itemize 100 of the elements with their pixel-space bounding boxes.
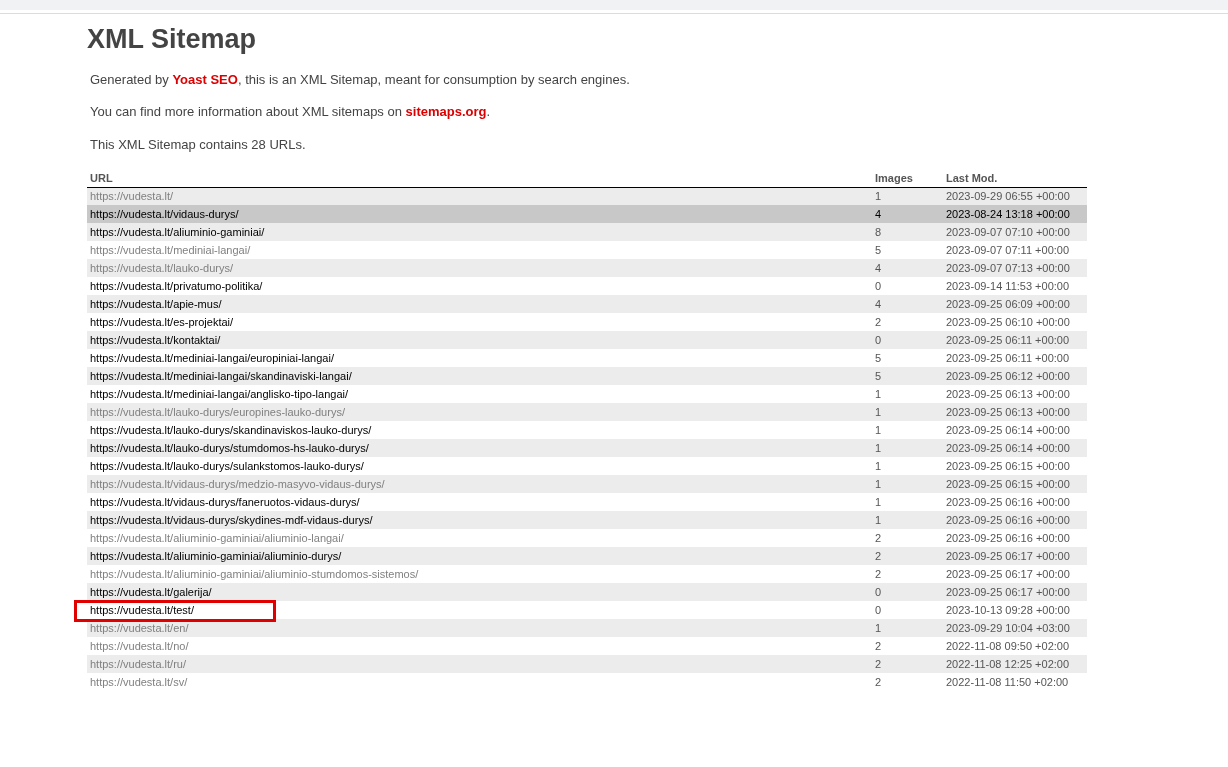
last-modified-date: 2023-09-07 07:13 +00:00 bbox=[946, 261, 1070, 274]
last-modified-date: 2023-09-07 07:10 +00:00 bbox=[946, 225, 1070, 238]
column-header: URL bbox=[87, 169, 872, 187]
url-link[interactable]: https://vudesta.lt/aliuminio-gaminiai/aliuminio-durys/ bbox=[90, 549, 342, 562]
url-link[interactable]: https://vudesta.lt/aliuminio-gaminiai/aliuminio-stumdomos-sistemos/ bbox=[90, 567, 419, 580]
url-link[interactable]: https://vudesta.lt/aliuminio-gaminiai/aliuminio-langai/ bbox=[90, 531, 344, 544]
images-count: 1 bbox=[875, 513, 882, 526]
url-link[interactable]: https://vudesta.lt/vidaus-durys/faneruotos-vidaus-durys/ bbox=[90, 495, 360, 508]
images-count: 4 bbox=[875, 297, 882, 310]
last-modified-date: 2023-09-25 06:17 +00:00 bbox=[946, 549, 1070, 562]
table-row[interactable]: https://vudesta.lt/mediniai-langai/anglisko-tipo-langai/ 1 2023-09-25 06:13 +00:00 bbox=[87, 385, 1087, 403]
table-row[interactable]: https://vudesta.lt/mediniai-langai/europiniai-langai/ 5 2023-09-25 06:11 +00:00 bbox=[87, 349, 1087, 367]
last-modified-date: 2023-09-25 06:13 +00:00 bbox=[946, 405, 1070, 418]
table-row[interactable]: https://vudesta.lt/galerija/ 0 2023-09-25 06:17 +00:00 bbox=[87, 583, 1087, 601]
images-count: 5 bbox=[875, 243, 882, 256]
intro-paragraph: Generated by Yoast SEO, this is an XML Sitemap, meant for consumption by search engines. bbox=[90, 71, 631, 89]
last-modified-date: 2023-09-25 06:14 +00:00 bbox=[946, 423, 1070, 436]
url-link[interactable]: https://vudesta.lt/ru/ bbox=[90, 657, 186, 670]
table-row[interactable]: https://vudesta.lt/test/ 0 2023-10-13 09:28 +00:00 bbox=[87, 601, 1087, 619]
last-modified-date: 2023-09-25 06:16 +00:00 bbox=[946, 531, 1070, 544]
table-row[interactable]: https://vudesta.lt/lauko-durys/sulankstomos-lauko-durys/ 1 2023-09-25 06:15 +00:00 bbox=[87, 457, 1087, 475]
table-row[interactable]: https://vudesta.lt/aliuminio-gaminiai/aliuminio-stumdomos-sistemos/ 2 2023-09-25 06:17 +00:00 bbox=[87, 565, 1087, 583]
last-modified-date: 2023-09-25 06:13 +00:00 bbox=[946, 387, 1070, 400]
last-modified-date: 2023-09-25 06:16 +00:00 bbox=[946, 495, 1070, 508]
url-link[interactable]: https://vudesta.lt/lauko-durys/sulankstomos-lauko-durys/ bbox=[90, 459, 364, 472]
images-count: 2 bbox=[875, 567, 882, 580]
last-modified-date: 2022-11-08 12:25 +02:00 bbox=[946, 657, 1070, 670]
url-link[interactable]: https://vudesta.lt/aliuminio-gaminiai/ bbox=[90, 225, 265, 238]
table-row[interactable]: https://vudesta.lt/ru/ 2 2022-11-08 12:25 +02:00 bbox=[87, 655, 1087, 673]
images-count: 2 bbox=[875, 639, 882, 652]
url-link[interactable]: https://vudesta.lt/vidaus-durys/ bbox=[90, 207, 239, 220]
url-link[interactable]: https://vudesta.lt/privatumo-politika/ bbox=[90, 279, 263, 292]
images-count: 4 bbox=[875, 207, 882, 220]
last-modified-date: 2023-09-25 06:15 +00:00 bbox=[946, 459, 1070, 472]
last-modified-date: 2023-09-25 06:14 +00:00 bbox=[946, 441, 1070, 454]
last-modified-date: 2023-09-25 06:11 +00:00 bbox=[946, 333, 1070, 346]
intro-paragraph: You can find more information about XML sitemaps on sitemaps.org. bbox=[90, 103, 492, 121]
table-row[interactable]: https://vudesta.lt/mediniai-langai/ 5 2023-09-07 07:11 +00:00 bbox=[87, 241, 1087, 259]
url-link[interactable]: https://vudesta.lt/ bbox=[90, 190, 174, 202]
last-modified-date: 2022-11-08 09:50 +02:00 bbox=[946, 639, 1070, 652]
url-link[interactable]: https://vudesta.lt/vidaus-durys/medzio-masyvo-vidaus-durys/ bbox=[90, 477, 385, 490]
table-row[interactable]: https://vudesta.lt/vidaus-durys/ 4 2023-08-24 13:18 +00:00 bbox=[87, 205, 1087, 223]
images-count: 1 bbox=[875, 477, 882, 490]
url-link[interactable]: https://vudesta.lt/es-projektai/ bbox=[90, 315, 234, 328]
table-row[interactable]: https://vudesta.lt/privatumo-politika/ 0 2023-09-14 11:53 +00:00 bbox=[87, 277, 1087, 295]
intro-paragraph: This XML Sitemap contains 28 URLs. bbox=[90, 136, 307, 154]
url-link[interactable]: https://vudesta.lt/mediniai-langai/skandinaviski-langai/ bbox=[90, 369, 352, 382]
images-count: 1 bbox=[875, 190, 882, 202]
images-count: 1 bbox=[875, 495, 882, 508]
url-link[interactable]: https://vudesta.lt/kontaktai/ bbox=[90, 333, 221, 346]
table-row[interactable]: https://vudesta.lt/aliuminio-gaminiai/aliuminio-durys/ 2 2023-09-25 06:17 +00:00 bbox=[87, 547, 1087, 565]
images-count: 2 bbox=[875, 657, 882, 670]
table-row[interactable]: https://vudesta.lt/vidaus-durys/medzio-masyvo-vidaus-durys/ 1 2023-09-25 06:15 +00:00 bbox=[87, 475, 1087, 493]
column-header: Last Mod. bbox=[943, 169, 1087, 187]
table-row[interactable]: https://vudesta.lt/lauko-durys/stumdomos-hs-lauko-durys/ 1 2023-09-25 06:14 +00:00 bbox=[87, 439, 1087, 457]
url-link[interactable]: https://vudesta.lt/mediniai-langai/anglisko-tipo-langai/ bbox=[90, 387, 349, 400]
url-link[interactable]: https://vudesta.lt/mediniai-langai/europiniai-langai/ bbox=[90, 351, 334, 364]
last-modified-date: 2023-09-25 06:12 +00:00 bbox=[946, 369, 1070, 382]
table-row[interactable]: https://vudesta.lt/lauko-durys/europines-lauko-durys/ 1 2023-09-25 06:13 +00:00 bbox=[87, 403, 1087, 421]
images-count: 2 bbox=[875, 549, 882, 562]
images-count: 5 bbox=[875, 351, 882, 364]
url-link[interactable]: https://vudesta.lt/mediniai-langai/ bbox=[90, 243, 251, 256]
images-count: 0 bbox=[875, 603, 882, 616]
images-count: 8 bbox=[875, 225, 882, 238]
table-row[interactable]: https://vudesta.lt/no/ 2 2022-11-08 09:50 +02:00 bbox=[87, 637, 1087, 655]
last-modified-date: 2023-09-25 06:11 +00:00 bbox=[946, 351, 1070, 364]
table-row[interactable]: https://vudesta.lt/mediniai-langai/skandinaviski-langai/ 5 2023-09-25 06:12 +00:00 bbox=[87, 367, 1087, 385]
url-link[interactable]: https://vudesta.lt/galerija/ bbox=[90, 585, 212, 598]
last-modified-date: 2023-09-07 07:11 +00:00 bbox=[946, 243, 1070, 256]
table-row[interactable]: https://vudesta.lt/lauko-durys/skandinaviskos-lauko-durys/ 1 2023-09-25 06:14 +00:00 bbox=[87, 421, 1087, 439]
table-row[interactable]: https://vudesta.lt/en/ 1 2023-09-29 10:04 +03:00 bbox=[87, 619, 1087, 637]
images-count: 1 bbox=[875, 459, 882, 472]
last-modified-date: 2023-09-29 06:55 +00:00 bbox=[946, 190, 1070, 202]
last-modified-date: 2023-09-25 06:15 +00:00 bbox=[946, 477, 1070, 490]
url-link[interactable]: https://vudesta.lt/no/ bbox=[90, 639, 189, 652]
images-count: 1 bbox=[875, 441, 882, 454]
table-row[interactable]: https://vudesta.lt/vidaus-durys/faneruotos-vidaus-durys/ 1 2023-09-25 06:16 +00:00 bbox=[87, 493, 1087, 511]
table-row[interactable]: https://vudesta.lt/vidaus-durys/skydines-mdf-vidaus-durys/ 1 2023-09-25 06:16 +00:00 bbox=[87, 511, 1087, 529]
table-row[interactable]: https://vudesta.lt/aliuminio-gaminiai/aliuminio-langai/ 2 2023-09-25 06:16 +00:00 bbox=[87, 529, 1087, 547]
table-row[interactable]: https://vudesta.lt/sv/ 2 2022-11-08 11:50 +02:00 bbox=[87, 673, 1087, 691]
url-link[interactable]: https://vudesta.lt/lauko-durys/skandinaviskos-lauko-durys/ bbox=[90, 423, 372, 436]
images-count: 4 bbox=[875, 261, 882, 274]
table-row[interactable]: https://vudesta.lt/kontaktai/ 0 2023-09-25 06:11 +00:00 bbox=[87, 331, 1087, 349]
column-header: Images bbox=[872, 169, 943, 187]
url-link[interactable]: https://vudesta.lt/apie-mus/ bbox=[90, 297, 222, 310]
images-count: 1 bbox=[875, 387, 882, 400]
url-link[interactable]: https://vudesta.lt/test/ bbox=[90, 603, 194, 616]
url-link[interactable]: https://vudesta.lt/sv/ bbox=[90, 675, 188, 688]
last-modified-date: 2023-09-25 06:16 +00:00 bbox=[946, 513, 1070, 526]
url-link[interactable]: https://vudesta.lt/lauko-durys/europines-lauko-durys/ bbox=[90, 405, 345, 418]
last-modified-date: 2023-09-25 06:09 +00:00 bbox=[946, 297, 1070, 310]
url-link[interactable]: https://vudesta.lt/vidaus-durys/skydines-mdf-vidaus-durys/ bbox=[90, 513, 373, 526]
images-count: 0 bbox=[875, 585, 882, 598]
images-count: 2 bbox=[875, 315, 882, 328]
table-row[interactable]: https://vudesta.lt/es-projektai/ 2 2023-09-25 06:10 +00:00 bbox=[87, 313, 1087, 331]
images-count: 5 bbox=[875, 369, 882, 382]
url-link[interactable]: https://vudesta.lt/lauko-durys/ bbox=[90, 261, 234, 274]
url-link[interactable]: https://vudesta.lt/en/ bbox=[90, 621, 189, 634]
url-link[interactable]: https://vudesta.lt/lauko-durys/stumdomos-hs-lauko-durys/ bbox=[90, 441, 369, 454]
table-row[interactable]: https://vudesta.lt/aliuminio-gaminiai/ 8 2023-09-07 07:10 +00:00 bbox=[87, 223, 1087, 241]
